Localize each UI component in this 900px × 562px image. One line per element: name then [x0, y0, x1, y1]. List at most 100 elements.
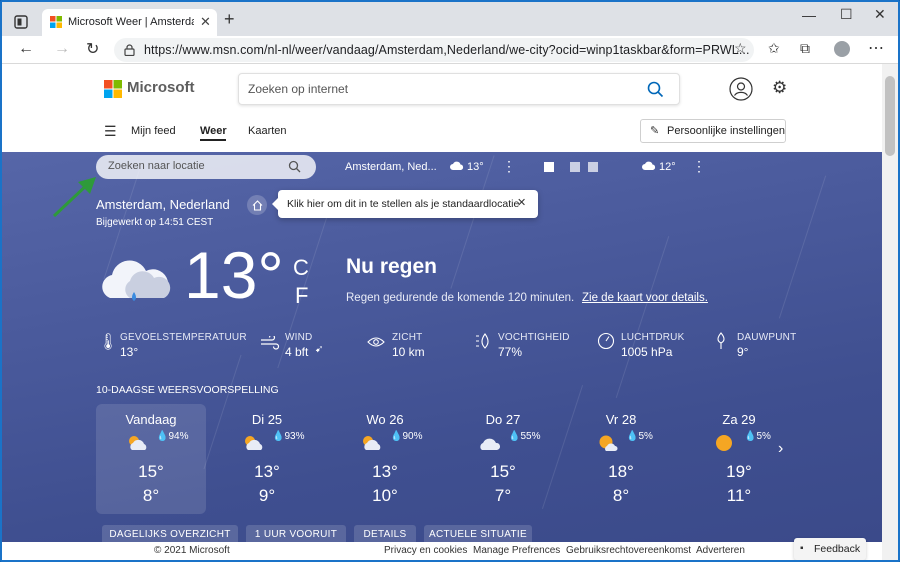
partly-cloudy-rain-icon [242, 434, 266, 452]
metric-value-visibility: 10 km [392, 345, 425, 359]
favorite-more-icon[interactable]: ⋮ [692, 158, 706, 175]
metric-label-wind: WIND [285, 332, 312, 343]
forecast-day-card[interactable]: Vandaag 💧94% 15° 8° [96, 404, 206, 514]
footer-link-terms[interactable]: Gebruiksrechtovereenkomst [566, 545, 691, 556]
minimize-icon[interactable]: — [802, 7, 816, 23]
active-tab[interactable]: Microsoft Weer | Amsterdam, Ne ✕ [42, 9, 217, 37]
home-icon [252, 200, 263, 211]
window-close-icon[interactable]: ✕ [874, 6, 886, 23]
address-bar[interactable]: https://www.msn.com/nl-nl/weer/vandaag/A… [114, 38, 754, 62]
subtab-daily-overview[interactable]: DAGELIJKS OVERZICHT [102, 525, 238, 542]
microsoft-logo-icon[interactable] [104, 80, 122, 98]
rain-streak [616, 236, 669, 398]
set-home-button[interactable] [247, 195, 267, 215]
lock-icon [124, 44, 135, 56]
back-icon[interactable]: ← [18, 40, 34, 58]
metric-label-feels-like: GEVOELSTEMPERATUUR [120, 332, 247, 343]
search-icon[interactable] [647, 81, 664, 98]
personal-settings-button[interactable]: ✎ Persoonlijke instellingen [640, 119, 786, 143]
rain-streak [779, 176, 826, 319]
feedback-button[interactable]: ▪ Feedback [794, 538, 866, 560]
gear-icon[interactable]: ⚙ [772, 78, 787, 98]
metric-value-humidity: 77% [498, 345, 522, 359]
nav-item-kaarten[interactable]: Kaarten [248, 125, 287, 137]
vertical-scrollbar[interactable] [882, 64, 898, 562]
forecast-title: 10-DAAGSE WEERSVOORSPELLING [96, 384, 279, 396]
forecast-day-card[interactable]: Do 27 💧55% 15° 7° [448, 404, 558, 514]
favorite-location-temp: 13° [467, 161, 484, 173]
forecast-low: 11° [684, 486, 794, 506]
subtab-details[interactable]: DETAILS [354, 525, 416, 542]
tab-close-icon[interactable]: ✕ [200, 14, 211, 30]
forecast-day-card[interactable]: Za 29 💧5% 19° 11° [684, 404, 794, 514]
search-input[interactable]: Zoeken op internet [248, 82, 348, 96]
location-search-input[interactable]: Zoeken naar locatie [108, 160, 205, 172]
dew-point-icon [715, 332, 727, 350]
nav-item-mijn-feed[interactable]: Mijn feed [131, 125, 176, 137]
forecast-day-card[interactable]: Di 25 💧93% 13° 9° [212, 404, 322, 514]
metric-label-visibility: ZICHT [392, 332, 422, 343]
web-search-box[interactable]: Zoeken op internet [238, 73, 680, 105]
add-favorite-icon[interactable]: ☆ [734, 40, 747, 57]
subtab-hour-ahead[interactable]: 1 UUR VOORUIT [246, 525, 346, 542]
favorites-icon[interactable]: ✩ [768, 40, 780, 57]
partly-sunny-icon [596, 434, 620, 452]
rain-cloud-icon [96, 254, 174, 310]
forecast-low: 9° [212, 486, 322, 506]
forecast-day-card[interactable]: Vr 28 💧5% 18° 8° [566, 404, 676, 514]
forecast-precip: 💧90% [390, 431, 422, 442]
unit-fahrenheit-toggle[interactable]: F [295, 283, 308, 309]
location-search-icon[interactable] [288, 160, 301, 173]
forecast-low: 10° [330, 486, 440, 506]
location-title: Amsterdam, Nederland [96, 197, 230, 212]
thermometer-icon: 🌡 [98, 332, 118, 352]
sunny-icon [714, 434, 738, 452]
forecast-day-card[interactable]: Wo 26 💧90% 13° 10° [330, 404, 440, 514]
scrollbar-thumb[interactable] [885, 76, 895, 156]
brand-name: Microsoft [127, 79, 195, 96]
forecast-high: 18° [566, 462, 676, 482]
account-icon[interactable] [729, 77, 753, 101]
favorite-more-icon[interactable]: ⋮ [502, 158, 516, 175]
forecast-low: 7° [448, 486, 558, 506]
forecast-day-name: Di 25 [212, 412, 322, 427]
tab-strip: Microsoft Weer | Amsterdam, Ne ✕ + — ☐ ✕ [2, 2, 898, 36]
wind-direction-icon: ➹ [315, 344, 323, 355]
metric-value-feels-like: 13° [120, 345, 138, 359]
forecast-day-name: Wo 26 [330, 412, 440, 427]
forward-icon[interactable]: → [54, 40, 70, 58]
metric-value-wind: 4 bft [285, 345, 308, 359]
collections-icon[interactable]: ⧉ [800, 40, 810, 57]
more-menu-icon[interactable]: ⋯ [868, 38, 884, 58]
forecast-high: 15° [448, 462, 558, 482]
pencil-icon: ✎ [650, 124, 659, 137]
refresh-icon[interactable]: ↻ [86, 39, 99, 59]
metric-label-pressure: LUCHTDRUK [621, 332, 684, 343]
cloud-icon [642, 161, 656, 171]
map-details-link[interactable]: Zie de kaart voor details. [582, 292, 708, 304]
tooltip-close-icon[interactable]: ✕ [517, 196, 526, 209]
location-search-box[interactable]: Zoeken naar locatie [96, 155, 316, 179]
footer-link-manage-preferences[interactable]: Manage Prefrences [473, 545, 560, 556]
nav-item-weer[interactable]: Weer [200, 125, 227, 137]
forecast-day-name: Vr 28 [566, 412, 676, 427]
unit-celsius-toggle[interactable]: C [293, 255, 309, 281]
cloudy-icon [478, 434, 502, 452]
footer-link-advertise[interactable]: Adverteren [696, 545, 745, 556]
forecast-high: 13° [212, 462, 322, 482]
maximize-icon[interactable]: ☐ [840, 6, 853, 23]
forecast-next-icon[interactable]: › [778, 440, 783, 458]
metric-value-dew-point: 9° [737, 345, 748, 359]
tab-actions-icon[interactable] [10, 11, 32, 33]
new-tab-button[interactable]: + [224, 9, 235, 30]
favorite-location-name[interactable]: Amsterdam, Ned... [345, 161, 437, 173]
profile-icon[interactable] [834, 41, 850, 57]
hamburger-menu-icon[interactable]: ☰ [104, 123, 117, 140]
forecast-high: 19° [684, 462, 794, 482]
blurred-location-block [544, 162, 554, 172]
metric-label-dew-point: DAUWPUNT [737, 332, 796, 343]
forecast-low: 8° [96, 486, 206, 506]
footer-link-privacy[interactable]: Privacy en cookies [384, 545, 467, 556]
browser-window: Microsoft Weer | Amsterdam, Ne ✕ + — ☐ ✕… [0, 0, 900, 562]
subtab-current-situation[interactable]: ACTUELE SITUATIE [424, 525, 532, 542]
